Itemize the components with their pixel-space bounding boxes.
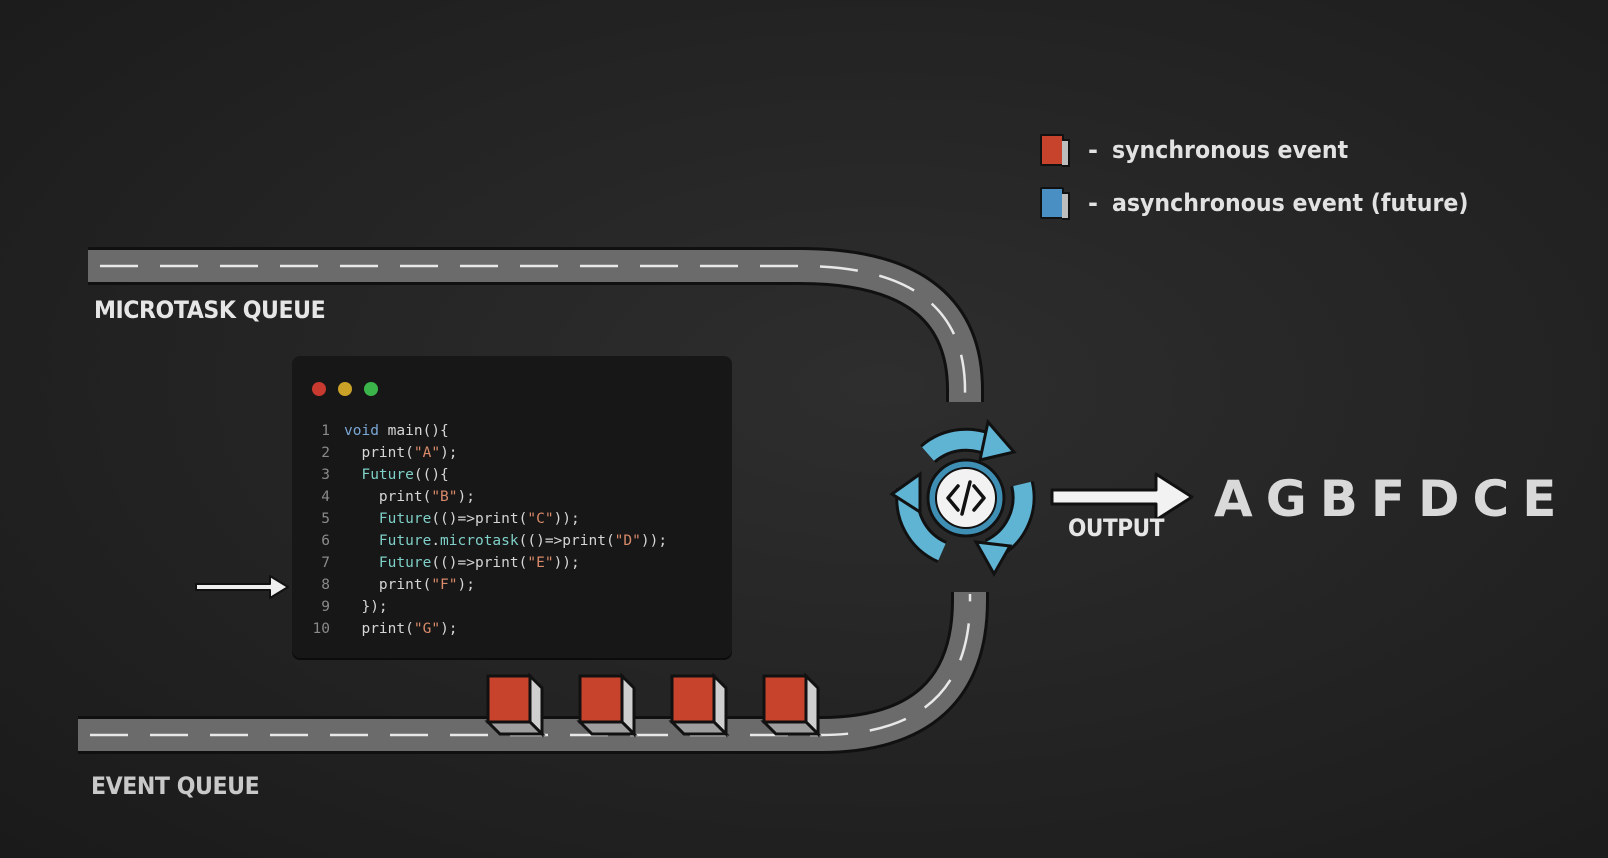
asynchronous-event-swatch bbox=[1040, 187, 1070, 220]
code-token: print bbox=[474, 511, 519, 527]
code-token: print bbox=[562, 533, 606, 549]
code-token: "G" bbox=[413, 621, 441, 637]
event-queue-item bbox=[576, 672, 638, 738]
code-token: (()=> bbox=[518, 533, 563, 549]
code-token: )); bbox=[553, 555, 580, 571]
code-token: ); bbox=[440, 621, 458, 637]
legend-dash: - bbox=[1088, 189, 1098, 217]
event-queue-label: EVENT QUEUE bbox=[91, 772, 260, 800]
code-token: main bbox=[387, 423, 423, 439]
code-token: ( bbox=[405, 621, 414, 637]
line-number: 1 bbox=[321, 423, 330, 439]
output-label: OUTPUT bbox=[1068, 514, 1165, 542]
code-token: "E" bbox=[527, 555, 554, 571]
line-number: 3 bbox=[321, 467, 330, 483]
code-lines: 1 void main(){2 print("A"); 3 Future((){4 … bbox=[308, 420, 668, 640]
line-number: 9 bbox=[321, 599, 330, 615]
legend-label: synchronous event bbox=[1111, 136, 1349, 164]
code-token: ( bbox=[422, 577, 432, 593]
event-queue-item bbox=[668, 672, 730, 738]
code-line: 8 print("F"); bbox=[308, 574, 667, 596]
code-token: ( bbox=[405, 445, 414, 461]
code-token: Future bbox=[378, 555, 432, 571]
event-queue-item bbox=[760, 672, 822, 738]
line-number: 6 bbox=[321, 533, 330, 549]
code-token: (){ bbox=[422, 423, 449, 439]
code-token: Future bbox=[378, 533, 432, 549]
legend-dash: - bbox=[1088, 136, 1098, 164]
code-token: "A" bbox=[413, 445, 441, 461]
event-queue-item bbox=[484, 672, 546, 738]
code-line: 7 Future(()=>print("E")); bbox=[308, 552, 667, 574]
synchronous-event-swatch bbox=[1040, 134, 1070, 167]
code-token: }); bbox=[344, 599, 388, 615]
code-token: ); bbox=[440, 445, 458, 461]
window-maximize-dot-icon bbox=[364, 382, 378, 396]
line-number: 7 bbox=[321, 555, 330, 571]
code-token: ( bbox=[422, 489, 432, 505]
code-token: ); bbox=[457, 489, 475, 505]
code-token: void bbox=[344, 423, 379, 439]
code-token: Future bbox=[378, 511, 432, 527]
diagram-canvas bbox=[78, 247, 1194, 754]
window-minimize-dot-icon bbox=[338, 382, 352, 396]
code-token: print bbox=[361, 621, 406, 637]
code-token: "C" bbox=[527, 511, 554, 527]
code-line: 10 print("G"); bbox=[308, 618, 667, 640]
code-line: 5 Future(()=>print("C")); bbox=[308, 508, 667, 530]
output-sequence: AGBFDCE bbox=[1214, 470, 1570, 528]
legend-label: asynchronous event (future) bbox=[1111, 189, 1469, 217]
code-line: 1 void main(){ bbox=[308, 420, 667, 442]
code-token: Future bbox=[361, 467, 414, 483]
code-token: ( bbox=[605, 533, 615, 549]
legend-item-synchronous: - synchronous event bbox=[1040, 134, 1369, 167]
line-number: 10 bbox=[312, 621, 330, 637]
line-number: 4 bbox=[321, 489, 330, 505]
code-cycle-icon bbox=[889, 418, 1036, 578]
code-line: 4 print("B"); bbox=[308, 486, 667, 508]
legend-item-asynchronous: - asynchronous event (future) bbox=[1040, 187, 1499, 220]
code-line: 3 Future((){ bbox=[308, 464, 667, 486]
code-line: 6 Future.microtask(()=>print("D")); bbox=[308, 530, 667, 552]
code-token: (()=> bbox=[431, 555, 475, 571]
code-token: )); bbox=[553, 511, 580, 527]
window-close-dot-icon bbox=[312, 382, 326, 396]
line-number: 2 bbox=[321, 445, 330, 461]
code-token: (()=> bbox=[431, 511, 475, 527]
code-editor-window: 1 void main(){2 print("A"); 3 Future((){4 … bbox=[292, 356, 732, 658]
microtask-queue-label: MICROTASK QUEUE bbox=[94, 296, 326, 324]
code-token: "F" bbox=[431, 577, 458, 593]
code-line: 9 }); bbox=[308, 596, 667, 618]
line-number: 8 bbox=[321, 577, 330, 593]
code-token: )); bbox=[640, 533, 668, 549]
code-token: ); bbox=[457, 577, 475, 593]
code-token: print bbox=[361, 445, 406, 461]
line-number: 5 bbox=[321, 511, 330, 527]
code-line: 2 print("A"); bbox=[308, 442, 667, 464]
code-token: . bbox=[431, 533, 441, 549]
code-token: microtask bbox=[440, 533, 519, 549]
code-token: ((){ bbox=[413, 467, 449, 483]
code-token: print bbox=[378, 577, 423, 593]
code-token: "B" bbox=[431, 489, 458, 505]
code-token: print bbox=[378, 489, 423, 505]
code-token: "D" bbox=[614, 533, 641, 549]
pointer-arrow-icon bbox=[195, 575, 289, 599]
code-token: print bbox=[474, 555, 519, 571]
